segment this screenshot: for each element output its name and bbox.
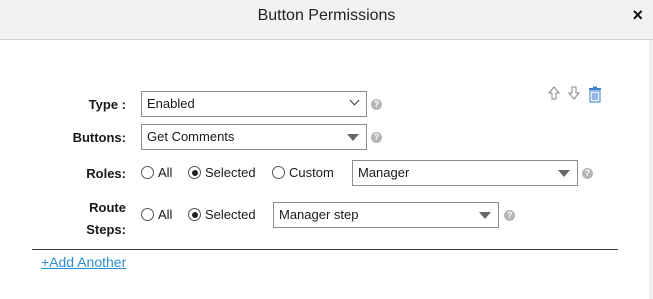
route-steps-label: Route Steps:	[60, 197, 126, 241]
dropdown-arrow-icon	[558, 170, 570, 177]
roles-radio-custom-label: Custom	[289, 165, 334, 180]
radio-checked-icon	[188, 166, 201, 179]
help-icon[interactable]: ?	[582, 168, 593, 179]
route-steps-radio-selected[interactable]: Selected	[188, 207, 256, 222]
route-steps-radio-all[interactable]: All	[141, 207, 172, 222]
dialog-header: Button Permissions ×	[0, 0, 653, 40]
dropdown-arrow-icon	[479, 212, 491, 219]
route-steps-radio-all-label: All	[158, 207, 173, 222]
roles-select[interactable]: Manager	[352, 160, 578, 186]
route-steps-select-value: Manager step	[279, 207, 359, 222]
arrow-up-icon[interactable]	[547, 86, 561, 103]
roles-radio-selected-label: Selected	[205, 165, 256, 180]
radio-icon	[141, 208, 154, 221]
trash-icon[interactable]	[587, 86, 603, 106]
arrow-down-icon[interactable]	[567, 86, 581, 103]
route-steps-radio-selected-label: Selected	[205, 207, 256, 222]
dialog-title: Button Permissions	[257, 7, 396, 24]
buttons-label: Buttons:	[72, 130, 126, 145]
roles-label: Roles:	[86, 166, 126, 181]
route-steps-select[interactable]: Manager step	[273, 202, 499, 228]
radio-checked-icon	[188, 208, 201, 221]
buttons-select[interactable]: Get Comments	[141, 124, 367, 150]
roles-radio-custom[interactable]: Custom	[272, 165, 334, 180]
route-steps-label-line1: Route	[89, 200, 126, 215]
radio-icon	[141, 166, 154, 179]
roles-radio-selected[interactable]: Selected	[188, 165, 256, 180]
scrollbar[interactable]	[649, 40, 653, 299]
dropdown-arrow-icon	[347, 134, 359, 141]
type-label: Type :	[88, 97, 126, 112]
route-steps-label-line2: Steps:	[86, 222, 126, 237]
chevron-down-icon	[349, 95, 360, 106]
roles-radio-all[interactable]: All	[141, 165, 172, 180]
buttons-select-value: Get Comments	[147, 129, 235, 144]
add-another-link[interactable]: +Add Another	[41, 254, 126, 270]
type-select[interactable]: Enabled	[141, 91, 367, 117]
help-icon[interactable]: ?	[371, 99, 382, 110]
type-select-value: Enabled	[147, 96, 195, 111]
roles-select-value: Manager	[358, 165, 410, 180]
help-icon[interactable]: ?	[371, 132, 382, 143]
roles-radio-all-label: All	[158, 165, 173, 180]
close-icon[interactable]: ×	[632, 5, 643, 25]
radio-icon	[272, 166, 285, 179]
divider	[32, 249, 618, 250]
help-icon[interactable]: ?	[504, 210, 515, 221]
